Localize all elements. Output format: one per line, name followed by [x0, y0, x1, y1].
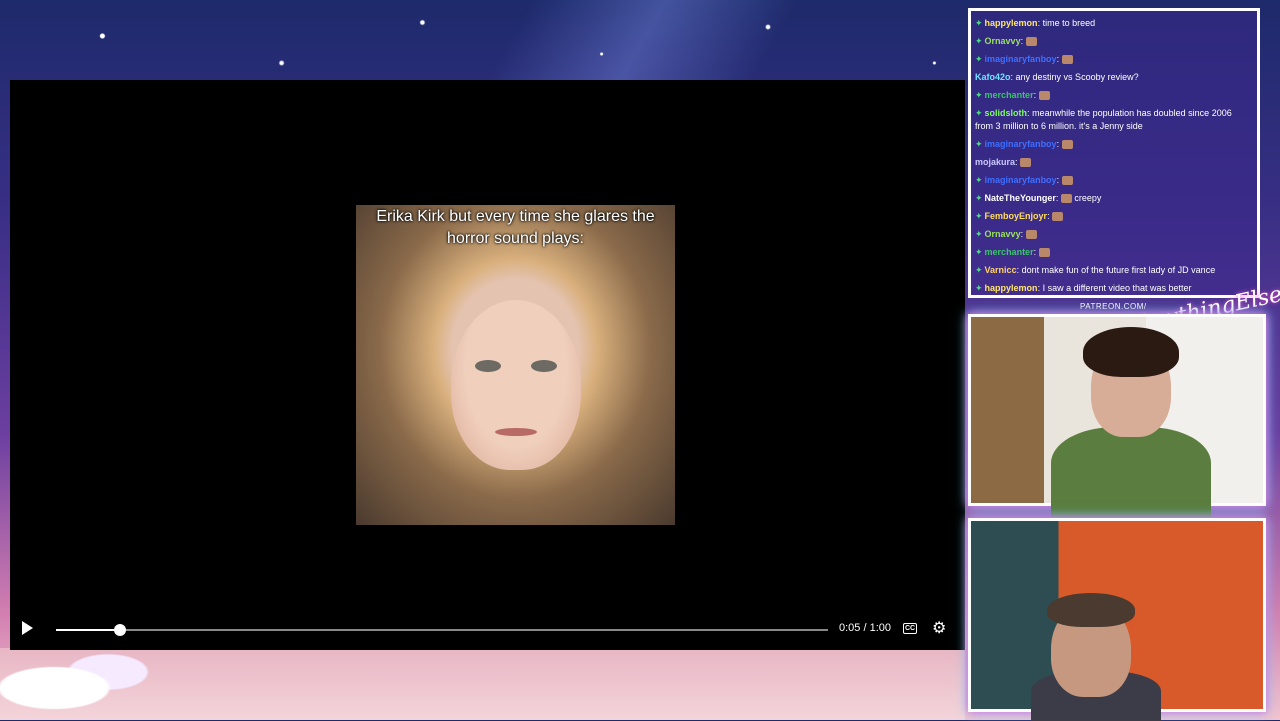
- chat-username[interactable]: NateTheYounger: [985, 193, 1056, 203]
- chat-text: time to breed: [1042, 18, 1096, 28]
- chat-username[interactable]: imaginaryfanboy: [985, 139, 1057, 149]
- chat-separator: :: [1020, 36, 1026, 46]
- chat-text: creepy: [1074, 193, 1102, 203]
- chat-text: I saw a different video that was better: [1042, 283, 1192, 293]
- patreon-label: PATREON.COM/: [1080, 302, 1147, 311]
- chat-message: ✦ imaginaryfanboy:: [975, 138, 1251, 151]
- chat-username[interactable]: FemboyEnjoyr: [985, 211, 1048, 221]
- mouth: [495, 428, 537, 436]
- chat-message: ✦ imaginaryfanboy:: [975, 174, 1251, 187]
- badge-icon: ✦: [975, 18, 983, 28]
- emote-icon: [1061, 176, 1073, 186]
- play-icon[interactable]: [22, 621, 33, 635]
- video-caption: Erika Kirk but every time she glares the…: [376, 208, 655, 247]
- chat-message: ✦ Ornavvy:: [975, 228, 1251, 241]
- badge-icon: ✦: [975, 54, 983, 64]
- chat-message: ✦ merchanter:: [975, 246, 1251, 259]
- face-image: [451, 300, 581, 470]
- chat-username[interactable]: merchanter: [985, 90, 1034, 100]
- seek-bar[interactable]: [56, 624, 828, 636]
- gear-icon[interactable]: ⚙: [932, 621, 948, 637]
- chat-separator: :: [1033, 90, 1039, 100]
- chat-message: ✦ solidsloth: meanwhile the population ha…: [975, 107, 1251, 133]
- chat-text: dont make fun of the future first lady o…: [1021, 265, 1216, 275]
- badge-icon: ✦: [975, 36, 983, 46]
- person-hair: [1047, 593, 1135, 627]
- chat-username[interactable]: Varnicc: [985, 265, 1017, 275]
- chat-separator: :: [1056, 175, 1062, 185]
- chat-username[interactable]: Ornavvy: [985, 36, 1021, 46]
- emote-icon: [1060, 194, 1072, 204]
- chat-username[interactable]: Ornavvy: [985, 229, 1021, 239]
- chat-message: ✦ NateTheYounger: creepy: [975, 192, 1251, 205]
- chat-message: ✦ FemboyEnjoyr:: [975, 210, 1251, 223]
- seek-handle[interactable]: [114, 624, 127, 636]
- webcam-host: [968, 314, 1266, 517]
- badge-icon: ✦: [975, 229, 983, 239]
- badge-icon: ✦: [975, 90, 983, 100]
- emote-icon: [1061, 140, 1073, 150]
- badge-icon: ✦: [975, 139, 983, 149]
- chat-separator: :: [1056, 54, 1062, 64]
- person-body: [1051, 427, 1211, 517]
- badge-icon: ✦: [975, 211, 983, 221]
- chat-message: ✦ happylemon: I saw a different video tha…: [975, 282, 1251, 295]
- chat-message: ✦ merchanter:: [975, 89, 1251, 102]
- emote-icon: [1038, 91, 1050, 101]
- chat-message: mojakura:: [975, 156, 1251, 169]
- chat-username[interactable]: happylemon: [985, 18, 1038, 28]
- time-display: 0:05 / 1:00: [839, 622, 891, 634]
- emote-icon: [1025, 37, 1037, 47]
- chat-username[interactable]: merchanter: [985, 247, 1034, 257]
- chat-message: ✦ imaginaryfanboy:: [975, 53, 1251, 66]
- badge-icon: ✦: [975, 283, 983, 293]
- chat-username[interactable]: imaginaryfanboy: [985, 175, 1057, 185]
- emote-icon: [1061, 55, 1073, 65]
- chat-message: ✦ Varnicc: dont make fun of the future fi…: [975, 264, 1251, 277]
- badge-icon: ✦: [975, 265, 983, 275]
- chat-separator: :: [1033, 247, 1039, 257]
- emote-icon: [1038, 248, 1050, 258]
- chat-username[interactable]: happylemon: [985, 283, 1038, 293]
- chat-separator: :: [1056, 139, 1062, 149]
- chat-message: Kafo42o: any destiny vs Scooby review?: [975, 71, 1251, 84]
- chat-message: ✦ Ornavvy:: [975, 35, 1251, 48]
- chat-username[interactable]: Kafo42o: [975, 72, 1011, 82]
- cloud-decoration: [0, 640, 180, 720]
- person-hair: [1083, 327, 1179, 377]
- badge-icon: ✦: [975, 108, 983, 118]
- badge-icon: ✦: [975, 175, 983, 185]
- captions-icon[interactable]: CC: [903, 623, 917, 634]
- emote-icon: [1025, 230, 1037, 240]
- video-player[interactable]: Erika Kirk but every time she glares the…: [10, 80, 965, 650]
- chat-panel: ✦ happylemon: time to breed ✦ Ornavvy: ✦ ima…: [968, 8, 1260, 298]
- seek-bar-fill: [56, 629, 121, 631]
- chat-username[interactable]: imaginaryfanboy: [985, 54, 1057, 64]
- emote-icon: [1020, 158, 1032, 168]
- emote-icon: [1052, 212, 1064, 222]
- webcam-guest: [968, 518, 1266, 721]
- video-controls: 0:05 / 1:00 CC ⚙: [10, 610, 965, 650]
- video-frame[interactable]: Erika Kirk but every time she glares the…: [356, 205, 675, 525]
- right-eye: [531, 360, 557, 372]
- badge-icon: ✦: [975, 247, 983, 257]
- chat-username[interactable]: mojakura: [975, 157, 1015, 167]
- chat-message: ✦ happylemon: time to breed: [975, 17, 1251, 30]
- chat-separator: :: [1020, 229, 1026, 239]
- badge-icon: ✦: [975, 193, 983, 203]
- chat-text: any destiny vs Scooby review?: [1015, 72, 1139, 82]
- chat-username[interactable]: solidsloth: [985, 108, 1028, 118]
- left-eye: [475, 360, 501, 372]
